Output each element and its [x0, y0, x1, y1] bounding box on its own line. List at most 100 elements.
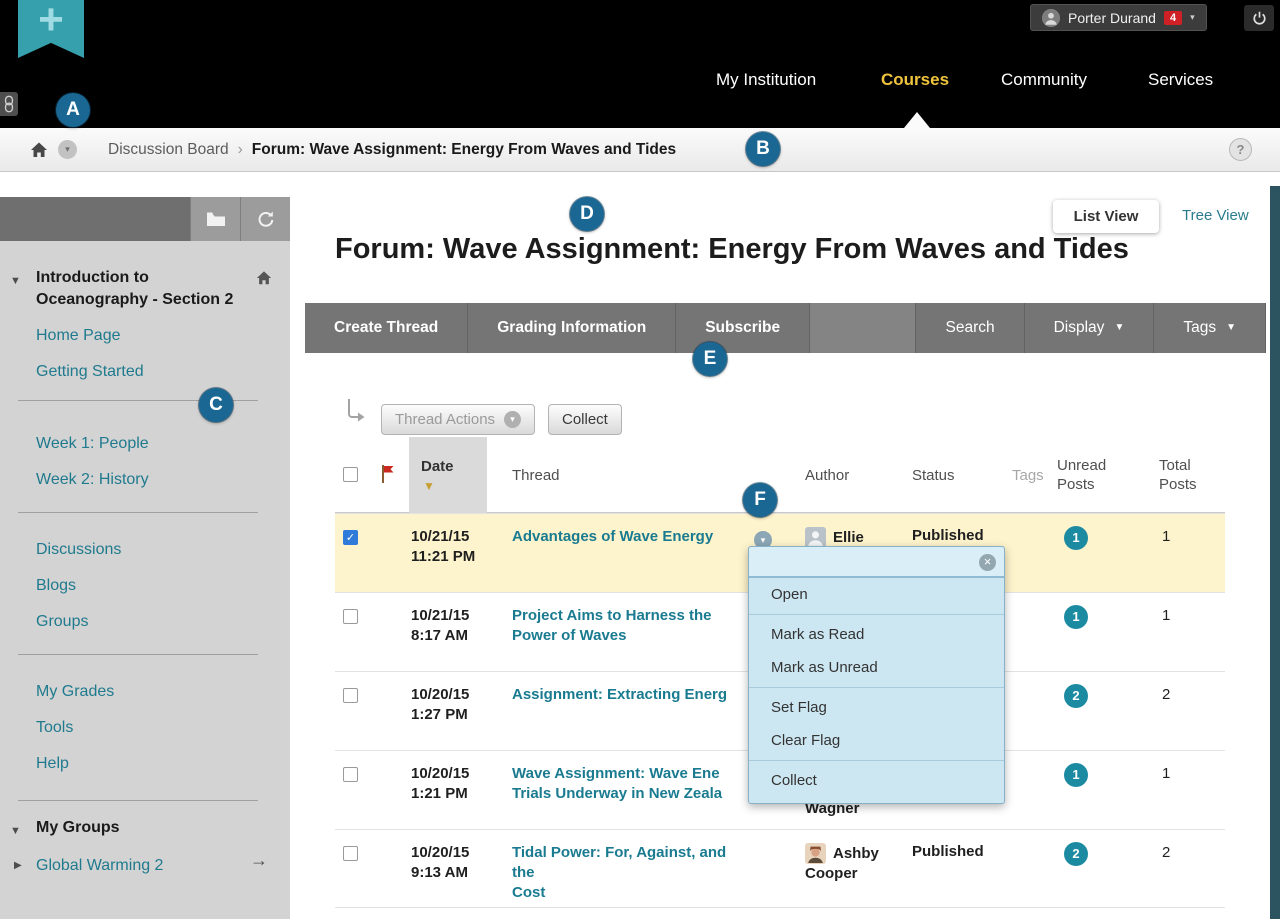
tab-my-institution[interactable]: My Institution	[716, 70, 816, 90]
plus-icon: +	[38, 0, 64, 42]
thread-link[interactable]: Tidal Power: For, Against, and the Cost	[512, 843, 752, 903]
sidebar-item-help[interactable]: Help	[36, 754, 69, 774]
menu-item-open[interactable]: Open	[749, 578, 1004, 611]
sidebar-item-global-warming-2[interactable]: Global Warming 2	[36, 856, 163, 876]
sidebar-item-home-page[interactable]: Home Page	[36, 326, 121, 346]
link-icon[interactable]	[0, 92, 18, 116]
thread-link[interactable]: Assignment: Extracting Energ	[512, 685, 752, 705]
thread-date: 10/20/15 9:13 AM	[411, 843, 469, 883]
thread-link[interactable]: Wave Assignment: Wave Ene Trials Underwa…	[512, 764, 752, 804]
sidebar-item-week1-people[interactable]: Week 1: People	[36, 434, 149, 454]
divider	[749, 614, 1004, 615]
sidebar-item-week2-history[interactable]: Week 2: History	[36, 470, 149, 490]
sidebar-item-getting-started[interactable]: Getting Started	[36, 362, 144, 382]
thread-link[interactable]: Project Aims to Harness the Power of Wav…	[512, 606, 752, 646]
chevron-down-icon: ▾	[504, 411, 521, 428]
menu-item-collect[interactable]: Collect	[749, 764, 1004, 797]
top-bar: + Porter Durand 4 ▾ My Institution Cours…	[0, 0, 1280, 128]
collect-label: Collect	[562, 411, 608, 428]
refresh-icon[interactable]	[240, 197, 290, 241]
context-menu-header: ×	[749, 547, 1004, 578]
breadcrumb-separator: ›	[238, 141, 243, 158]
thread-status: Published	[912, 843, 984, 860]
menu-item-mark-as-read[interactable]: Mark as Read	[749, 618, 1004, 651]
sidebar-item-groups[interactable]: Groups	[36, 612, 88, 632]
logout-button[interactable]	[1244, 5, 1274, 31]
course-title: Introduction to Oceanography - Section 2	[36, 267, 242, 311]
action-toolbar: Create Thread Grading Information Subscr…	[305, 303, 1266, 353]
grading-information-button[interactable]: Grading Information	[468, 303, 676, 353]
thread-author: Ashby Cooper	[805, 843, 901, 884]
select-all-checkbox[interactable]	[343, 467, 358, 482]
row-checkbox[interactable]	[343, 767, 358, 782]
unread-count-badge[interactable]: 1	[1064, 605, 1088, 629]
sidebar-item-discussions[interactable]: Discussions	[36, 540, 121, 560]
column-header-author[interactable]: Author	[805, 467, 849, 484]
breadcrumb-chevron-icon[interactable]: ▾	[58, 140, 77, 159]
expand-group-icon[interactable]: ▶	[14, 860, 22, 871]
display-label: Display	[1054, 319, 1105, 336]
total-posts: 1	[1162, 765, 1170, 782]
home-icon[interactable]	[30, 141, 48, 159]
list-view-button[interactable]: List View	[1053, 200, 1159, 233]
unread-count-badge[interactable]: 2	[1064, 842, 1088, 866]
row-checkbox[interactable]	[343, 609, 358, 624]
thread-link[interactable]: Advantages of Wave Energy	[512, 527, 752, 547]
subscribe-button[interactable]: Subscribe	[676, 303, 810, 353]
unread-count-badge[interactable]: 1	[1064, 526, 1088, 550]
callout-a: A	[56, 93, 90, 127]
tab-courses[interactable]: Courses	[881, 70, 949, 90]
collapse-course-menu-icon[interactable]: ▼	[10, 275, 21, 287]
column-header-status[interactable]: Status	[912, 467, 955, 484]
total-posts: 2	[1162, 686, 1170, 703]
thread-actions-button[interactable]: Thread Actions ▾	[381, 404, 535, 435]
display-menu-button[interactable]: Display ▼	[1025, 303, 1155, 353]
sidebar-item-my-grades[interactable]: My Grades	[36, 682, 114, 702]
menu-item-clear-flag[interactable]: Clear Flag	[749, 724, 1004, 757]
column-header-total-posts[interactable]: Total Posts	[1159, 456, 1207, 494]
sidebar-item-tools[interactable]: Tools	[36, 718, 73, 738]
course-menu-sidebar: ▼ Introduction to Oceanography - Section…	[0, 197, 290, 919]
breadcrumb-current: Forum: Wave Assignment: Energy From Wave…	[252, 141, 676, 158]
thread-row: 10/20/15 9:13 AM Tidal Power: For, Again…	[335, 829, 1225, 908]
unread-count-badge[interactable]: 2	[1064, 684, 1088, 708]
thread-date: 10/21/15 11:21 PM	[411, 527, 475, 567]
column-header-unread-posts[interactable]: Unread Posts	[1057, 456, 1115, 494]
collapse-my-groups-icon[interactable]: ▼	[10, 825, 21, 837]
column-header-thread[interactable]: Thread	[512, 467, 560, 484]
tab-services[interactable]: Services	[1148, 70, 1213, 90]
add-module-tab[interactable]: +	[18, 0, 84, 58]
collect-button[interactable]: Collect	[548, 404, 622, 435]
menu-item-mark-as-unread[interactable]: Mark as Unread	[749, 651, 1004, 684]
row-checkbox[interactable]	[343, 846, 358, 861]
column-header-date[interactable]: Date ▼	[409, 437, 487, 513]
thread-status: Published	[912, 527, 984, 544]
tab-community[interactable]: Community	[1001, 70, 1087, 90]
help-button[interactable]: ?	[1229, 138, 1252, 161]
breadcrumb-discussion-board[interactable]: Discussion Board	[108, 141, 229, 158]
callout-d: D	[570, 197, 604, 231]
tags-menu-button[interactable]: Tags▼	[1154, 303, 1266, 353]
callout-e: E	[693, 342, 727, 376]
callout-b: B	[746, 132, 780, 166]
create-thread-button[interactable]: Create Thread	[305, 303, 468, 353]
page-edge	[1270, 186, 1280, 919]
unread-count-badge[interactable]: 1	[1064, 763, 1088, 787]
total-posts: 1	[1162, 528, 1170, 545]
course-home-icon[interactable]	[256, 270, 272, 286]
divider	[18, 800, 258, 801]
close-icon[interactable]: ×	[979, 554, 996, 571]
row-checkbox[interactable]	[343, 688, 358, 703]
column-header-tags: Tags	[1012, 467, 1044, 484]
blackboard-app: + Porter Durand 4 ▾ My Institution Cours…	[0, 0, 1280, 919]
sidebar-item-blogs[interactable]: Blogs	[36, 576, 76, 596]
user-menu[interactable]: Porter Durand 4 ▾	[1030, 4, 1207, 31]
search-button[interactable]: Search	[916, 303, 1024, 353]
chevron-down-icon: ▼	[1114, 322, 1124, 333]
folder-icon[interactable]	[190, 197, 240, 241]
avatar	[805, 527, 826, 548]
tree-view-button[interactable]: Tree View	[1182, 207, 1249, 224]
table-header: Date ▼ Thread Author Status Tags Unread …	[335, 437, 1225, 513]
menu-item-set-flag[interactable]: Set Flag	[749, 691, 1004, 724]
row-checkbox[interactable]: ✓	[343, 530, 358, 545]
